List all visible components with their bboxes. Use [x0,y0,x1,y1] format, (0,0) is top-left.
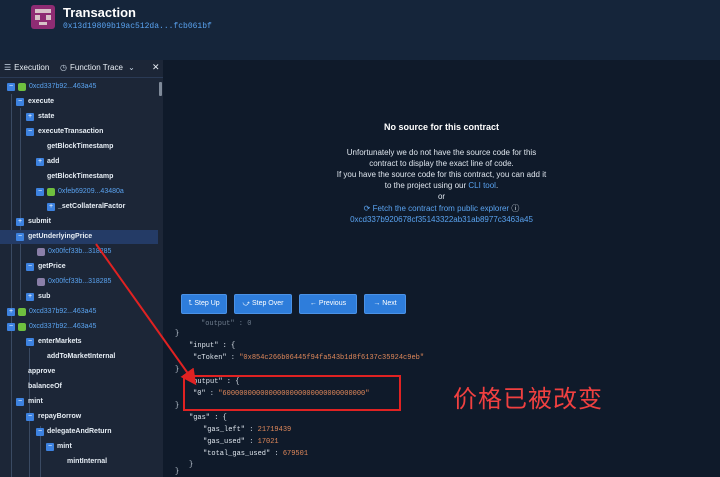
annotation-arrow [95,243,197,386]
